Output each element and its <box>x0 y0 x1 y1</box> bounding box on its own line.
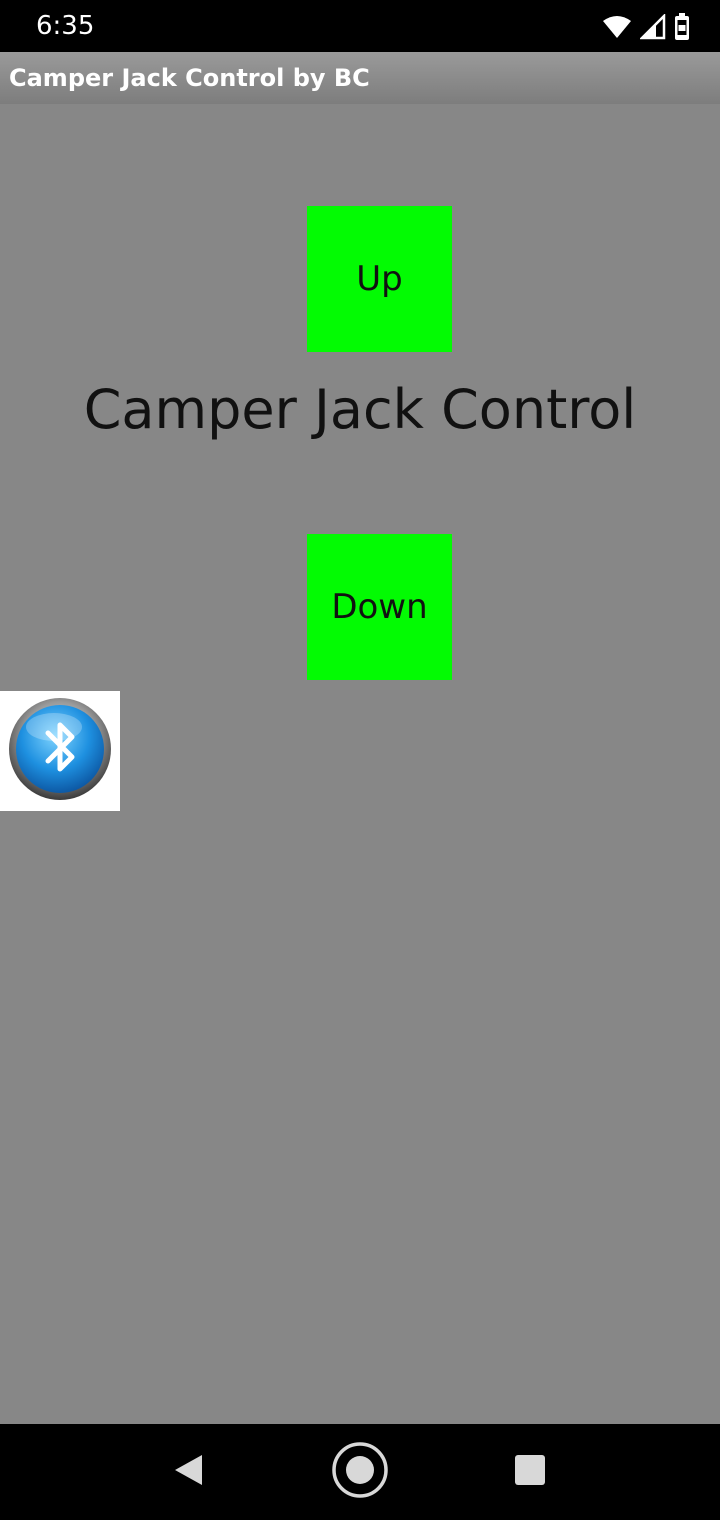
app-title: Camper Jack Control by BC <box>9 64 370 92</box>
navigation-bar <box>0 1424 720 1520</box>
up-button[interactable]: Up <box>307 206 452 352</box>
bluetooth-icon <box>8 697 112 805</box>
status-bar: 6:35 <box>0 0 720 52</box>
cell-signal-icon <box>640 14 666 40</box>
status-icons <box>602 12 690 42</box>
battery-icon <box>674 13 690 41</box>
app-screen: 6:35 Camper Jack Control by BC Up Camper… <box>0 0 720 1520</box>
home-icon <box>331 1441 389 1503</box>
status-time: 6:35 <box>36 11 95 41</box>
title-bar: Camper Jack Control by BC <box>0 52 720 104</box>
recents-icon <box>514 1454 546 1490</box>
down-button[interactable]: Down <box>307 534 452 680</box>
recents-button[interactable] <box>482 1424 578 1520</box>
back-button[interactable] <box>140 1424 236 1520</box>
wifi-icon <box>602 15 632 39</box>
back-icon <box>172 1453 204 1491</box>
bluetooth-button[interactable] <box>0 691 120 811</box>
page-title: Camper Jack Control <box>83 378 637 441</box>
home-button[interactable] <box>312 1424 408 1520</box>
